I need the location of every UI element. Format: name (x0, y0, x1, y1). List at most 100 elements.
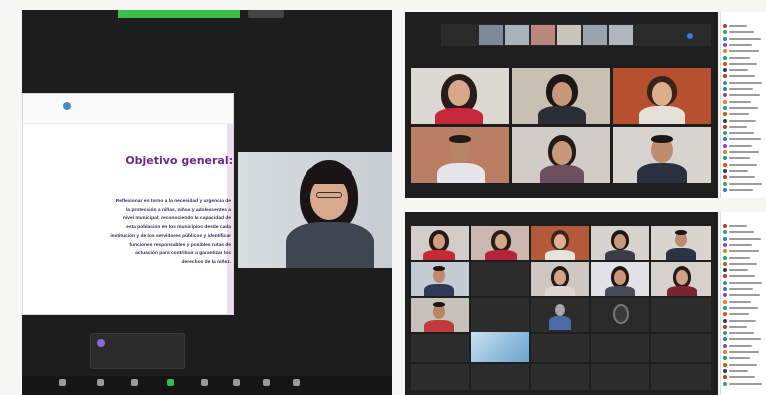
participant-list-item[interactable] (723, 350, 765, 356)
participant-list-item[interactable] (723, 236, 765, 243)
apps-button[interactable] (254, 379, 278, 387)
strip-thumbnail[interactable] (557, 25, 581, 45)
participant-list-item[interactable] (723, 280, 765, 287)
participant-list-item[interactable] (723, 331, 765, 337)
participant-list-item[interactable] (723, 255, 765, 262)
participant-list-item[interactable] (723, 175, 765, 181)
participant-list-item[interactable] (723, 61, 765, 68)
chat-notification[interactable] (90, 333, 185, 369)
participant-list-item[interactable] (723, 156, 765, 162)
participant-list-item[interactable] (723, 187, 765, 194)
participant-list-item[interactable] (723, 24, 765, 30)
participant-list-item[interactable] (723, 299, 765, 306)
video-tile[interactable] (591, 262, 649, 296)
participant-list-item[interactable] (723, 287, 765, 293)
participant-list-item[interactable] (723, 55, 765, 62)
video-tile[interactable] (651, 262, 711, 296)
participant-list-item[interactable] (723, 162, 765, 169)
participant-list-item[interactable] (723, 375, 765, 381)
video-tile[interactable] (471, 332, 529, 362)
participant-list-item[interactable] (723, 68, 765, 74)
strip-next-icon[interactable] (687, 33, 693, 39)
participant-list-item[interactable] (723, 224, 765, 230)
participant-list-item[interactable] (723, 131, 765, 137)
participant-list-item[interactable] (723, 150, 765, 156)
participant-list-item[interactable] (723, 293, 765, 299)
view-options-button[interactable] (248, 10, 284, 18)
name-tile[interactable] (651, 298, 711, 332)
more-button[interactable] (284, 379, 308, 387)
participant-list-item[interactable] (723, 318, 765, 325)
strip-thumbnail[interactable] (583, 25, 607, 45)
name-tile[interactable] (651, 334, 711, 362)
participant-list-item[interactable] (723, 36, 765, 43)
video-tile[interactable] (651, 226, 711, 260)
participant-list-item[interactable] (723, 343, 765, 350)
mic-button[interactable] (50, 379, 74, 387)
name-tile[interactable] (471, 298, 529, 332)
video-tile[interactable] (531, 226, 589, 260)
video-tile[interactable] (591, 226, 649, 260)
participant-list-item[interactable] (723, 337, 765, 343)
video-tile[interactable] (512, 68, 610, 124)
name-tile[interactable] (531, 334, 589, 362)
video-tile[interactable] (613, 68, 711, 124)
participant-list-item[interactable] (723, 381, 765, 388)
video-tile[interactable] (411, 262, 469, 296)
participant-list-item[interactable] (723, 42, 765, 49)
participant-list-item[interactable] (723, 261, 765, 268)
strip-thumbnail[interactable] (479, 25, 503, 45)
participant-list-item[interactable] (723, 124, 765, 131)
video-tile[interactable] (411, 127, 509, 183)
participant-list-item[interactable] (723, 105, 765, 112)
reactions-button[interactable] (224, 379, 248, 387)
participant-list-item[interactable] (723, 312, 765, 318)
video-tile[interactable] (531, 298, 589, 332)
participant-list-item[interactable] (723, 30, 765, 36)
name-tile[interactable] (471, 262, 529, 296)
strip-thumbnail[interactable] (609, 25, 633, 45)
participant-list-item[interactable] (723, 80, 765, 87)
participant-list-item[interactable] (723, 268, 765, 274)
name-tile[interactable] (591, 334, 649, 362)
participant-list-item[interactable] (723, 99, 765, 106)
strip-thumbnail[interactable] (531, 25, 555, 45)
participant-list-item[interactable] (723, 118, 765, 125)
participant-list-item[interactable] (723, 362, 765, 369)
name-tile[interactable] (531, 364, 589, 390)
video-tile[interactable] (471, 226, 529, 260)
participant-list-item[interactable] (723, 356, 765, 362)
name-tile[interactable] (411, 364, 469, 390)
video-tile[interactable] (411, 298, 469, 332)
name-tile[interactable] (471, 364, 529, 390)
participant-list-item[interactable] (723, 168, 765, 175)
participant-list-item[interactable] (723, 249, 765, 255)
video-tile[interactable] (531, 262, 589, 296)
active-speaker-video[interactable] (238, 152, 392, 268)
participant-list-bottom[interactable] (720, 212, 766, 395)
name-tile[interactable] (651, 364, 711, 390)
participant-list-item[interactable] (723, 137, 765, 143)
name-tile[interactable] (411, 334, 469, 362)
participant-list-item[interactable] (723, 74, 765, 80)
participant-list-item[interactable] (723, 324, 765, 331)
share-screen-button[interactable] (158, 379, 182, 387)
participant-list-item[interactable] (723, 305, 765, 312)
chat-button[interactable] (122, 379, 146, 387)
participant-list-item[interactable] (723, 230, 765, 236)
participant-list-item[interactable] (723, 93, 765, 99)
video-tile[interactable] (591, 298, 649, 332)
video-tile[interactable] (512, 127, 610, 183)
participant-list-item[interactable] (723, 274, 765, 280)
participant-list-item[interactable] (723, 49, 765, 55)
participant-list-item[interactable] (723, 112, 765, 118)
participant-list-item[interactable] (723, 181, 765, 188)
participant-list-item[interactable] (723, 87, 765, 93)
participant-list-item[interactable] (723, 143, 765, 150)
name-tile[interactable] (591, 364, 649, 390)
video-tile[interactable] (613, 127, 711, 183)
participant-list-item[interactable] (723, 242, 765, 249)
participant-list-item[interactable] (723, 368, 765, 375)
strip-thumbnail[interactable] (505, 25, 529, 45)
participant-list-top[interactable] (720, 12, 766, 198)
